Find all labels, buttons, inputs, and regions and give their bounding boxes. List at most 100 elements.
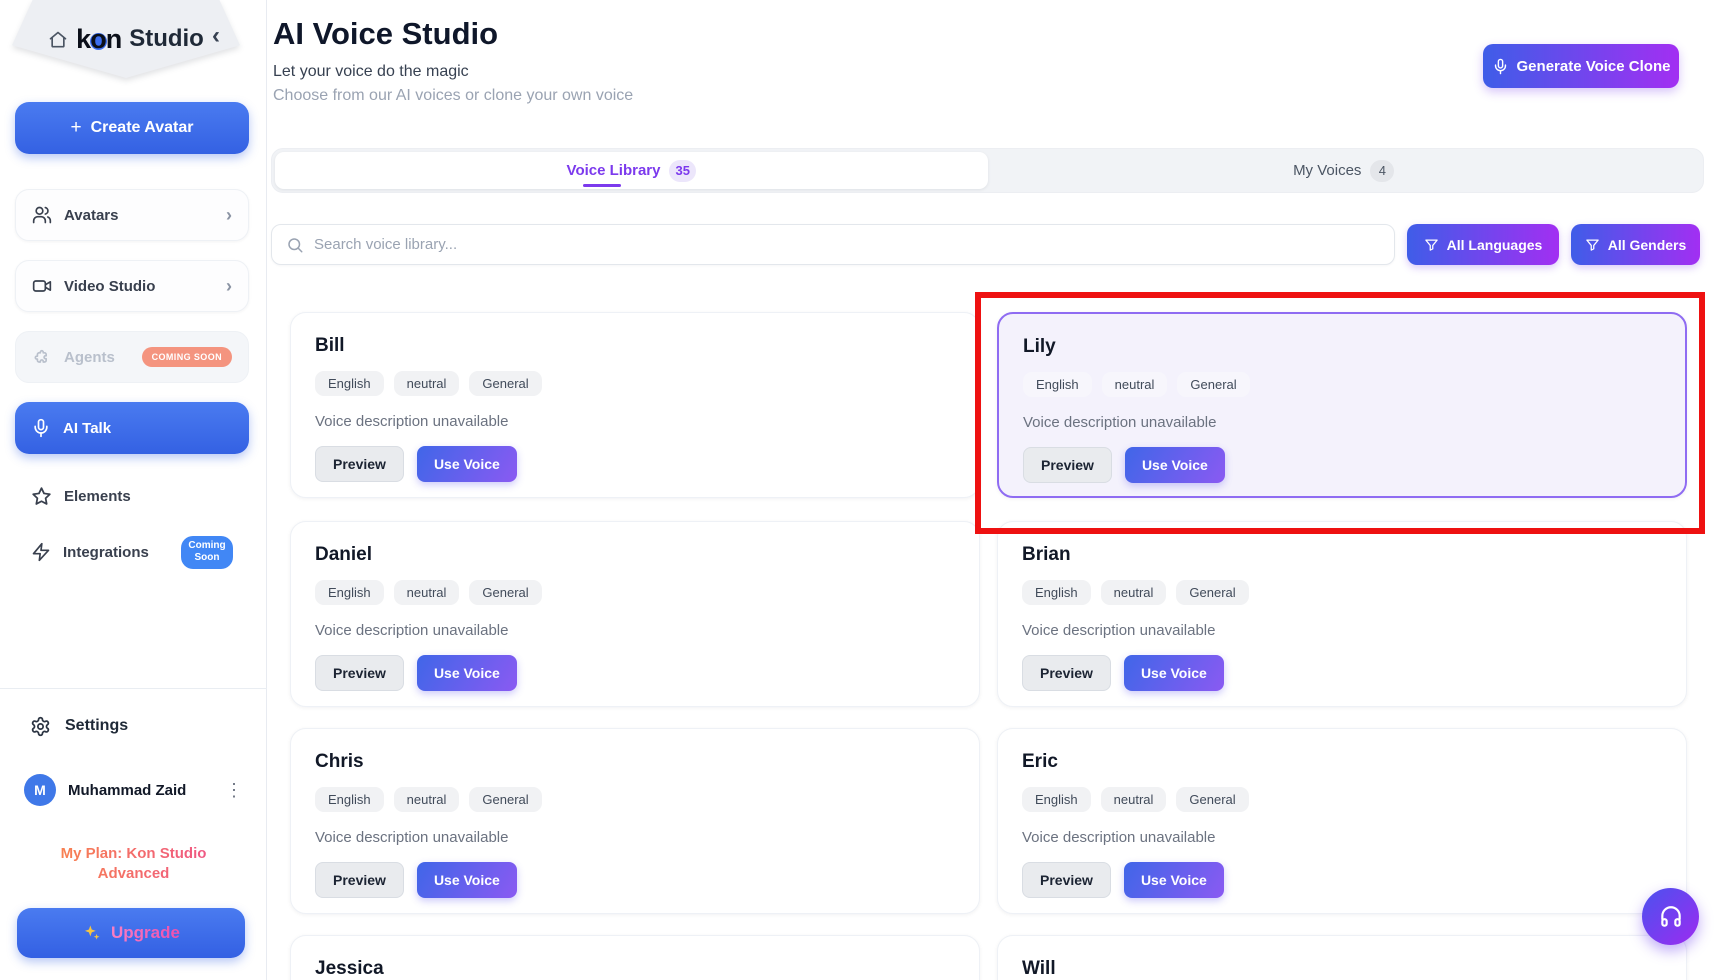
use-voice-button[interactable]: Use Voice (416, 446, 517, 482)
page-title: AI Voice Studio (273, 16, 499, 51)
search-input[interactable] (314, 236, 1380, 253)
preview-button[interactable]: Preview (1022, 862, 1111, 898)
tab-label: My Voices (1293, 162, 1362, 179)
sidebar-item-video-studio[interactable]: Video Studio › (15, 260, 249, 312)
plan-line2: Advanced (97, 865, 170, 883)
page-subtitle: Let your voice do the magic (273, 63, 469, 80)
active-tab-underline (583, 184, 622, 187)
coming-soon-badge: COMING SOON (141, 347, 232, 367)
search-box (271, 224, 1395, 265)
voice-tag: General (1177, 372, 1250, 397)
upgrade-label: Upgrade (111, 923, 180, 942)
voice-card-daniel: Daniel English neutral General Voice descr… (290, 521, 980, 707)
use-voice-button[interactable]: Use Voice (416, 655, 517, 691)
voice-name: Will (1022, 958, 1056, 979)
tab-label: Voice Library (566, 162, 661, 179)
voice-name: Daniel (315, 544, 373, 565)
voice-tags: English neutral General (315, 371, 955, 396)
page-description: Choose from our AI voices or clone your … (273, 87, 634, 104)
sidebar-item-elements[interactable]: Elements (15, 473, 249, 519)
voice-name: Chris (315, 751, 364, 772)
plan-label: My Plan: Kon Studio Advanced (0, 844, 267, 885)
sidebar-item-avatars[interactable]: Avatars › (15, 189, 249, 241)
voice-tags: English neutral General (315, 580, 955, 605)
sidebar-collapse-button[interactable]: ‹ (212, 24, 220, 48)
user-menu-kebab-icon[interactable]: ⋮ (225, 780, 244, 801)
voice-card-eric: Eric English neutral General Voice descrip… (997, 728, 1687, 914)
use-voice-button[interactable]: Use Voice (1124, 447, 1225, 483)
filter-label: All Languages (1446, 236, 1543, 253)
voice-card-jessica: Jessica EnglishneutralGeneral Voice desc… (290, 935, 980, 980)
voice-actions: Preview Use Voice (315, 446, 955, 482)
headphones-icon (1658, 904, 1684, 930)
brand-name-studio: Studio (129, 25, 204, 52)
voice-tags: English neutral General (1023, 372, 1661, 397)
sidebar-item-label: AI Talk (63, 419, 112, 437)
user-row: M Muhammad Zaid ⋮ (24, 768, 244, 812)
voice-name: Eric (1022, 751, 1058, 772)
voice-tag: English (315, 787, 384, 812)
voice-tag: General (469, 787, 542, 812)
voice-tag: English (1023, 372, 1092, 397)
sparkles-icon (82, 923, 102, 943)
upgrade-button[interactable]: Upgrade (17, 908, 245, 958)
voice-tags: English neutral General (315, 787, 955, 812)
create-avatar-button[interactable]: + Create Avatar (15, 102, 249, 154)
coming-soon-badge: Coming Soon (181, 535, 233, 569)
sidebar: kon Studio ‹ + Create Avatar Avatars › V… (0, 0, 267, 980)
voice-tag: English (1022, 787, 1091, 812)
tab-count-badge: 35 (669, 159, 696, 182)
voice-name: Bill (315, 335, 345, 356)
voice-tag: General (469, 371, 542, 396)
preview-button[interactable]: Preview (315, 655, 404, 691)
use-voice-button[interactable]: Use Voice (1123, 862, 1224, 898)
microphone-icon (1492, 58, 1509, 75)
generate-voice-clone-button[interactable]: Generate Voice Clone (1483, 44, 1679, 88)
all-languages-filter-button[interactable]: All Languages (1407, 224, 1559, 265)
voice-actions: Preview Use Voice (315, 655, 955, 691)
sidebar-item-settings[interactable]: Settings (30, 706, 128, 746)
create-avatar-label: Create Avatar (90, 119, 194, 136)
voice-name: Brian (1022, 544, 1071, 565)
gear-icon (30, 716, 51, 737)
voice-description: Voice description unavailable (1023, 414, 1217, 431)
voice-tags: English neutral General (1022, 580, 1662, 605)
tab-voice-library[interactable]: Voice Library 35 (275, 152, 988, 189)
chevron-right-icon: › (226, 275, 232, 296)
use-voice-button[interactable]: Use Voice (416, 862, 517, 898)
sidebar-item-label: Elements (64, 487, 131, 505)
sidebar-item-label: Avatars (64, 206, 119, 224)
voice-tag: General (1176, 580, 1249, 605)
preview-button[interactable]: Preview (1022, 655, 1111, 691)
logo-banner: kon Studio (6, 0, 240, 82)
microphone-icon (31, 418, 51, 438)
use-voice-button[interactable]: Use Voice (1123, 655, 1224, 691)
voice-tag: English (315, 580, 384, 605)
voice-description: Voice description unavailable (315, 413, 509, 430)
voice-tag: neutral (1100, 787, 1167, 812)
voice-tag: neutral (393, 580, 460, 605)
voice-tag: neutral (393, 787, 460, 812)
tab-my-voices[interactable]: My Voices 4 (988, 152, 1701, 189)
chevron-right-icon: › (226, 204, 232, 225)
voice-tag: English (315, 371, 384, 396)
audio-assistant-fab[interactable] (1642, 888, 1699, 945)
search-icon (286, 236, 304, 254)
sidebar-nav: Avatars › Video Studio › Agents COMING S… (15, 189, 249, 585)
preview-button[interactable]: Preview (1023, 447, 1112, 483)
sidebar-item-label: Video Studio (64, 277, 156, 295)
preview-button[interactable]: Preview (315, 862, 404, 898)
all-genders-filter-button[interactable]: All Genders (1571, 224, 1700, 265)
sidebar-item-ai-talk[interactable]: AI Talk (15, 402, 249, 454)
funnel-icon (1585, 237, 1600, 252)
plan-line1: My Plan: Kon Studio (60, 845, 207, 862)
preview-button[interactable]: Preview (315, 446, 404, 482)
voice-tag: neutral (1100, 580, 1167, 605)
home-icon (48, 30, 68, 50)
voice-description: Voice description unavailable (315, 622, 509, 639)
voice-card-bill: Bill English neutral General Voice descrip… (290, 312, 980, 498)
generate-button-label: Generate Voice Clone (1516, 57, 1671, 75)
star-icon (31, 486, 52, 507)
sidebar-item-integrations[interactable]: Integrations Coming Soon (15, 529, 249, 575)
voice-tag: neutral (1101, 372, 1168, 397)
